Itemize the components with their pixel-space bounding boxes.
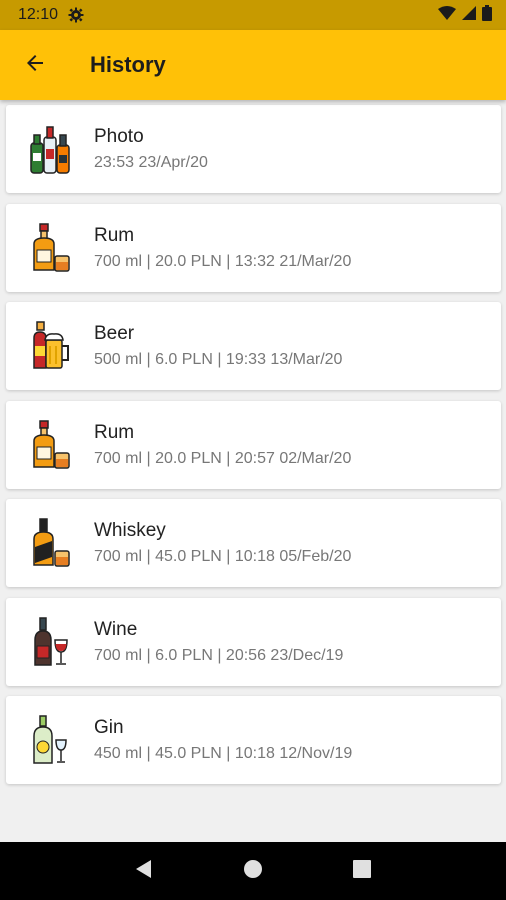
item-name: Photo [94, 126, 144, 147]
nav-recents-button[interactable] [342, 851, 382, 891]
item-meta: 700 ml | 20.0 PLN | 13:32 21/Mar/20 [94, 252, 352, 270]
item-name: Beer [94, 323, 135, 344]
gear-icon [68, 7, 84, 23]
history-item[interactable]: Whiskey 700 ml | 45.0 PLN | 10:18 05/Feb… [6, 499, 501, 587]
navigation-bar [0, 842, 506, 900]
whiskey-icon [6, 499, 94, 587]
rum-icon [6, 204, 94, 292]
item-name: Gin [94, 717, 124, 738]
item-name: Rum [94, 421, 135, 443]
nav-home-button[interactable] [233, 851, 273, 891]
beer-icon [6, 302, 94, 390]
item-name: Rum [94, 224, 135, 246]
wifi-icon [438, 5, 456, 25]
item-name: Whiskey [94, 520, 166, 541]
gin-icon [6, 696, 94, 784]
status-time: 12:10 [18, 6, 59, 23]
page-title: History [90, 52, 166, 77]
back-triangle-icon [134, 859, 154, 884]
bottles-icon [6, 105, 94, 193]
battery-icon [482, 4, 492, 26]
item-meta: 23:53 23/Apr/20 [94, 154, 208, 171]
recents-square-icon [352, 859, 371, 883]
wine-icon [6, 598, 94, 686]
item-meta: 450 ml | 45.0 PLN | 10:18 12/Nov/19 [94, 745, 353, 762]
item-meta: 700 ml | 45.0 PLN | 10:18 05/Feb/20 [94, 548, 352, 565]
item-meta: 500 ml | 6.0 PLN | 19:33 13/Mar/20 [94, 351, 343, 368]
status-bar: 12:10 [0, 0, 506, 30]
history-item[interactable]: Rum 700 ml | 20.0 PLN | 20:57 02/Mar/20 [6, 400, 501, 489]
arrow-left-icon [23, 51, 47, 80]
history-item[interactable]: Photo 23:53 23/Apr/20 [6, 105, 501, 193]
history-item[interactable]: Rum 700 ml | 20.0 PLN | 13:32 21/Mar/20 [6, 203, 501, 292]
home-circle-icon [243, 859, 263, 884]
signal-icon [462, 5, 476, 25]
rum-icon [6, 401, 94, 489]
nav-back-button[interactable] [124, 851, 164, 891]
item-meta: 700 ml | 6.0 PLN | 20:56 23/Dec/19 [94, 646, 344, 664]
item-meta: 700 ml | 20.0 PLN | 20:57 02/Mar/20 [94, 449, 352, 467]
history-list: Photo 23:53 23/Apr/20 Rum 700 ml | 20.0 … [6, 105, 501, 795]
app-bar: History [0, 30, 506, 100]
history-item[interactable]: Beer 500 ml | 6.0 PLN | 19:33 13/Mar/20 [6, 302, 501, 390]
back-button[interactable] [0, 30, 70, 100]
history-item[interactable]: Wine 700 ml | 6.0 PLN | 20:56 23/Dec/19 [6, 597, 501, 686]
history-item[interactable]: Gin 450 ml | 45.0 PLN | 10:18 12/Nov/19 [6, 696, 501, 784]
status-icons [438, 4, 492, 26]
item-name: Wine [94, 618, 138, 640]
